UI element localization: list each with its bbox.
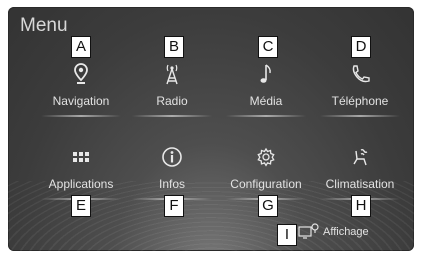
- callout-a: A: [71, 36, 91, 58]
- settings-gear-icon: [220, 146, 312, 170]
- phone-underline: [320, 115, 400, 117]
- infos-button[interactable]: Infos: [126, 146, 218, 202]
- callout-e: E: [71, 195, 91, 217]
- applications-label: Applications: [48, 177, 114, 191]
- applications-button[interactable]: Applications: [35, 146, 127, 202]
- callout-h: H: [351, 195, 371, 217]
- callout-f: F: [164, 195, 184, 217]
- callout-d: D: [351, 36, 371, 58]
- callout-g: G: [258, 195, 278, 217]
- configuration-label: Configuration: [230, 177, 302, 191]
- navigation-button[interactable]: Navigation: [35, 63, 127, 119]
- radio-button[interactable]: Radio: [126, 63, 218, 119]
- phone-label: Téléphone: [331, 94, 389, 108]
- navigation-underline: [41, 115, 121, 117]
- display-icon: [298, 222, 320, 243]
- climate-seat-icon: [314, 146, 406, 170]
- navigation-label: Navigation: [52, 94, 110, 108]
- display-button[interactable]: Affichage: [298, 221, 369, 243]
- apps-grid-icon: [35, 146, 127, 170]
- navigation-pin-icon: [35, 63, 127, 87]
- callout-c: C: [258, 36, 278, 58]
- radio-label: Radio: [156, 94, 188, 108]
- music-note-icon: [220, 63, 312, 87]
- callout-b: B: [164, 36, 184, 58]
- menu-title: Menu: [20, 15, 68, 36]
- callout-i: I: [277, 224, 297, 246]
- media-label: Média: [249, 94, 283, 108]
- climatisation-label: Climatisation: [325, 177, 395, 191]
- media-underline: [226, 115, 306, 117]
- climatisation-button[interactable]: Climatisation: [314, 146, 406, 202]
- display-label: Affichage: [323, 226, 369, 238]
- configuration-button[interactable]: Configuration: [220, 146, 312, 202]
- infos-label: Infos: [158, 177, 185, 191]
- phone-icon: [314, 63, 406, 87]
- info-icon: [126, 146, 218, 170]
- radio-antenna-icon: [126, 63, 218, 87]
- media-button[interactable]: Média: [220, 63, 312, 119]
- phone-button[interactable]: Téléphone: [314, 63, 406, 119]
- radio-underline: [132, 115, 212, 117]
